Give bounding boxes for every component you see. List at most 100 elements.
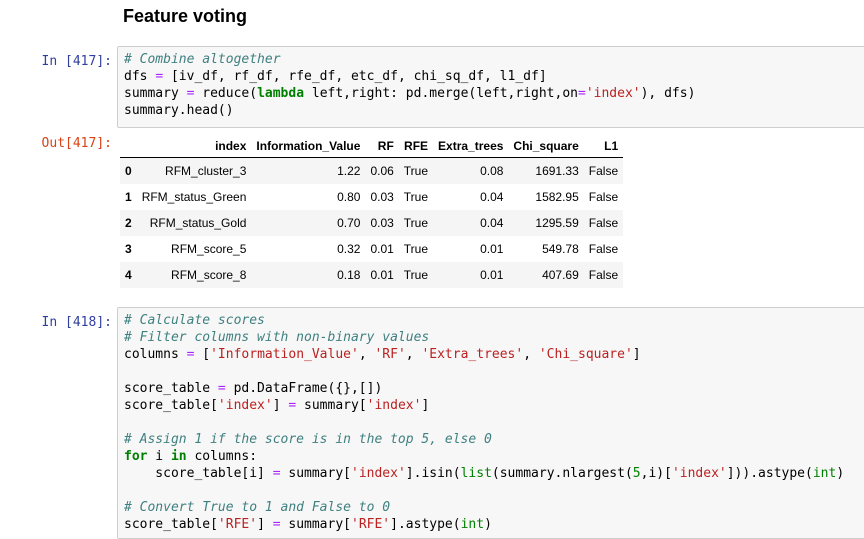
- code-token: [iv_df, rf_df, rfe_df, etc_df, chi_sq_df…: [163, 69, 547, 84]
- column-header: RFE: [398, 135, 434, 158]
- code-token: ])).astype(: [726, 466, 813, 481]
- table-cell: 0.01: [480, 242, 504, 256]
- code-token: [: [194, 347, 211, 362]
- table-cell: True: [403, 242, 429, 256]
- code-token: =: [155, 69, 164, 84]
- code-token: =: [217, 381, 226, 396]
- table-cell: 1.22: [337, 164, 361, 178]
- code-token: 'index': [351, 466, 406, 481]
- code-comment: # Filter columns with non-binary values: [124, 330, 430, 345]
- code-token: int: [812, 466, 837, 481]
- code-token: left,right: pd.merge(left,right,on: [304, 86, 578, 101]
- table-cell: 1295.59: [535, 216, 579, 230]
- column-header: Information_Value: [251, 135, 366, 158]
- output-prompt-417: Out[417]:: [41, 136, 112, 151]
- row-index: 1: [125, 190, 132, 204]
- code-comment: # Calculate scores: [124, 313, 265, 328]
- table-cell: False: [588, 164, 619, 178]
- table-cell: True: [403, 216, 429, 230]
- code-token: 'index': [366, 398, 422, 413]
- table-cell: False: [588, 190, 619, 204]
- code-token: ): [836, 466, 845, 481]
- column-header: index: [136, 135, 252, 158]
- table-row: 2 RFM_status_Gold 0.70 0.03 True 0.04 1295.59 F…: [120, 210, 624, 236]
- table-cell: False: [588, 242, 619, 256]
- code-token: 'Chi_square': [538, 347, 633, 362]
- code-token: reduce(: [194, 86, 258, 101]
- table-cell: 0.08: [480, 164, 504, 178]
- table-row: 1 RFM_status_Green 0.80 0.03 True 0.04 1582.95…: [120, 184, 623, 210]
- table-cell: 0.01: [480, 268, 504, 282]
- table-cell: 0.06: [370, 164, 394, 178]
- row-index: 2: [125, 216, 132, 230]
- code-token: columns:: [186, 449, 258, 464]
- code-token: score_table[i]: [124, 466, 273, 481]
- table-cell: 0.18: [337, 268, 361, 282]
- table-cell: RFM_score_8: [171, 268, 247, 282]
- code-token: 'index': [585, 86, 641, 101]
- code-token: ].isin(: [405, 466, 461, 481]
- table-cell: 0.32: [337, 242, 361, 256]
- code-token: ]: [632, 347, 641, 362]
- table-cell: 0.80: [337, 190, 361, 204]
- table-cell: 0.03: [370, 190, 394, 204]
- code-token: dfs: [124, 69, 156, 84]
- row-index: 3: [125, 242, 132, 256]
- dataframe-body: 0 RFM_cluster_3 1.22 0.06 True 0.08 1691.33 Fal…: [120, 157, 624, 288]
- code-token: 5: [632, 466, 641, 481]
- code-token: summary[: [296, 398, 367, 413]
- table-cell: RFM_score_5: [171, 242, 247, 256]
- dataframe-output: index Information_Value RF RFE Extra_trees Ch…: [120, 135, 624, 288]
- dataframe-header-row: index Information_Value RF RFE Extra_trees Ch…: [120, 135, 624, 158]
- code-token: summary[: [280, 466, 351, 481]
- table-cell: 1691.33: [535, 164, 579, 178]
- table-cell: 0.01: [370, 242, 394, 256]
- table-cell: 549.78: [542, 242, 579, 256]
- code-token: 'Information_Value': [210, 347, 359, 362]
- code-token: columns: [124, 347, 187, 362]
- code-token: ,i)[: [640, 466, 672, 481]
- code-cell-417[interactable]: # Combine altogether dfs = [iv_df, rf_df…: [117, 46, 864, 128]
- code-token: score_table[: [124, 398, 218, 413]
- row-index: 4: [125, 268, 132, 282]
- column-header: [120, 135, 137, 158]
- code-token: ]: [272, 398, 289, 413]
- table-cell: 1582.95: [535, 190, 579, 204]
- code-token: i: [147, 449, 171, 464]
- code-token: in: [170, 449, 187, 464]
- table-row: 4 RFM_score_8 0.18 0.01 True 0.01 407.69 False: [120, 262, 624, 288]
- code-comment: # Convert True to 1 and False to 0: [124, 500, 391, 515]
- input-prompt-417: In [417]:: [41, 54, 112, 69]
- table-cell: False: [588, 268, 619, 282]
- code-token: lambda: [257, 86, 305, 101]
- code-editor-417[interactable]: # Combine altogether dfs = [iv_df, rf_df…: [118, 47, 864, 123]
- code-token: score_table: [124, 381, 218, 396]
- table-row: 0 RFM_cluster_3 1.22 0.06 True 0.08 1691.33 Fal…: [120, 157, 624, 184]
- code-token: ]: [421, 398, 430, 413]
- column-header: L1: [583, 135, 624, 158]
- code-token: =: [272, 466, 281, 481]
- code-token: ,: [405, 347, 422, 362]
- table-cell: False: [588, 216, 619, 230]
- table-cell: RFM_status_Gold: [149, 216, 247, 230]
- table-cell: RFM_status_Green: [141, 190, 247, 204]
- row-index: 0: [125, 164, 132, 178]
- table-cell: True: [403, 164, 429, 178]
- table-cell: 407.69: [542, 268, 579, 282]
- code-cell-418[interactable]: # Calculate scores # Filter columns with…: [117, 307, 864, 539]
- code-token: for: [124, 449, 148, 464]
- table-cell: 0.04: [480, 190, 504, 204]
- code-editor-418[interactable]: # Calculate scores # Filter columns with…: [118, 308, 864, 537]
- table-cell: True: [403, 190, 429, 204]
- code-token: ), dfs): [640, 86, 696, 101]
- column-header: RF: [365, 135, 399, 158]
- code-token: 'index': [217, 398, 273, 413]
- table-cell: 0.04: [480, 216, 504, 230]
- table-cell: 0.01: [370, 268, 394, 282]
- table-cell: 0.70: [337, 216, 361, 230]
- code-comment: # Assign 1 if the score is in the top 5,…: [124, 432, 492, 447]
- code-token: list: [460, 466, 492, 481]
- code-token: pd.DataFrame({},[]): [225, 381, 383, 396]
- code-token: summary.head(): [124, 103, 234, 118]
- table-cell: RFM_cluster_3: [165, 164, 247, 178]
